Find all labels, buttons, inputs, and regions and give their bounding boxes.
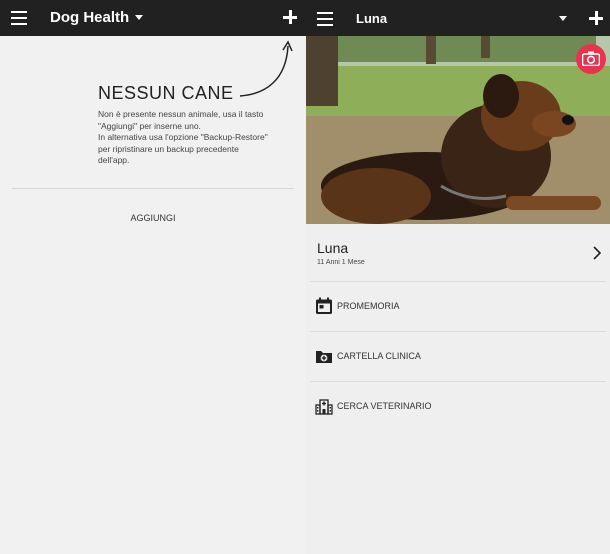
pet-name: Luna (317, 240, 349, 256)
curved-arrow-icon (239, 40, 293, 97)
chevron-right-icon[interactable] (592, 246, 602, 260)
pet-info-row[interactable] (306, 230, 610, 280)
medical-folder-icon (316, 351, 332, 363)
menu-item-label: PROMEMORIA (337, 301, 400, 311)
empty-title: NESSUN CANE (98, 83, 234, 103)
right-screen: Luna Luna 11 Anni 1 Mese PROMEMORIA CART… (306, 0, 610, 554)
camera-button[interactable] (576, 44, 606, 74)
pet-title: Luna (356, 11, 388, 26)
empty-text-line: "Aggiungi" per inserne uno. (98, 120, 201, 131)
chevron-down-icon[interactable] (559, 16, 567, 21)
add-icon[interactable] (283, 10, 297, 24)
hospital-icon (315, 399, 333, 415)
pet-photo (306, 36, 610, 224)
hamburger-menu-icon[interactable] (317, 12, 333, 26)
menu-item-cerca-veterinario[interactable]: CERCA VETERINARIO (306, 381, 610, 431)
chevron-down-icon[interactable] (135, 15, 143, 20)
add-icon[interactable] (589, 11, 603, 25)
menu-item-label: CERCA VETERINARIO (337, 401, 432, 411)
menu-item-cartella-clinica[interactable]: CARTELLA CLINICA (306, 331, 610, 381)
empty-text-line: Non è presente nessun animale, usa il ta… (98, 109, 264, 119)
divider (12, 188, 294, 189)
empty-text-line: In alternativa usa l'opzione "Backup-Res… (98, 132, 268, 142)
app-title: Dog Health (50, 9, 130, 26)
left-screen: Dog Health NESSUN CANE Non è presente ne… (0, 0, 306, 554)
empty-text-line: dell'app. (98, 155, 130, 165)
hamburger-menu-icon[interactable] (11, 11, 27, 25)
empty-description: Non è presente nessun animale, usa il ta… (98, 109, 298, 167)
pet-age: 11 Anni 1 Mese (317, 259, 365, 266)
app-bar: Luna (306, 0, 610, 36)
calendar-icon (316, 297, 332, 314)
camera-icon (582, 51, 600, 66)
menu-item-label: CARTELLA CLINICA (337, 351, 421, 361)
add-button[interactable]: AGGIUNGI (120, 210, 186, 226)
empty-text-line: per ripristinare un backup precedente (98, 143, 239, 154)
app-bar: Dog Health (0, 0, 306, 36)
menu-item-promemoria[interactable]: PROMEMORIA (306, 281, 610, 331)
